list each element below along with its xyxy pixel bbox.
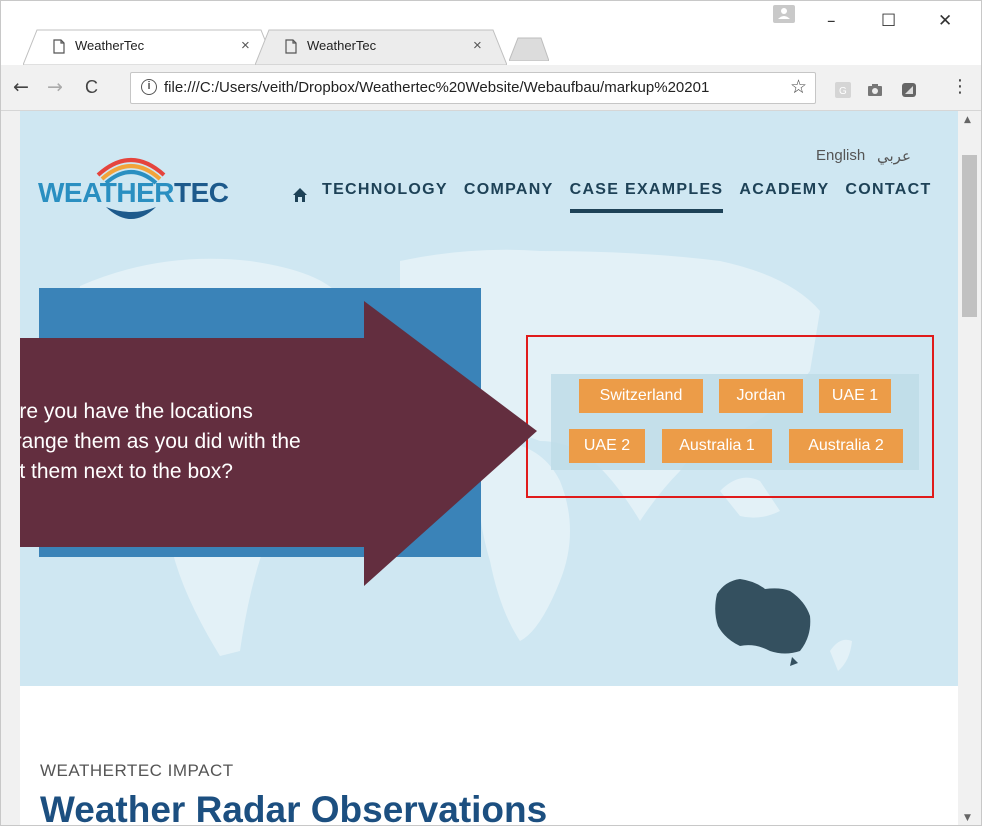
annotation-line: but them next to the box? [20, 460, 233, 483]
page-scrollbar[interactable]: ▲ ▼ [958, 111, 981, 825]
g-extension-icon[interactable]: G [835, 82, 851, 98]
bookmark-star-icon[interactable]: ☆ [790, 76, 807, 98]
annotation-line: arrange them as you did with the [20, 430, 301, 453]
forward-button[interactable]: → [47, 76, 63, 98]
nav-contact[interactable]: CONTACT [845, 181, 931, 213]
address-bar[interactable]: i file:///C:/Users/veith/Dropbox/Weather… [130, 72, 816, 104]
hero-section: WEATHERTEC English عربي TECHNOLOGY COMPA… [20, 111, 958, 686]
annotation-text: here you have the locations arrange them… [20, 397, 301, 487]
page-icon [53, 39, 65, 54]
tab-weathertec-inactive[interactable]: WeatherTec × [255, 29, 507, 65]
australia-highlight [715, 579, 811, 654]
annotation-line: here you have the locations [20, 400, 253, 423]
browser-window: WeatherTec × WeatherTec × – ☐ ✕ ← → C i … [0, 0, 982, 826]
minimize-button[interactable]: – [827, 11, 836, 31]
close-window-button[interactable]: ✕ [938, 11, 952, 31]
scroll-thumb[interactable] [962, 155, 977, 317]
web-page: WEATHERTEC English عربي TECHNOLOGY COMPA… [20, 111, 958, 826]
tab-weathertec-active[interactable]: WeatherTec × [23, 29, 275, 65]
tab-close-icon[interactable]: × [473, 37, 482, 54]
new-tab-button[interactable] [509, 37, 549, 61]
url-text[interactable]: file:///C:/Users/veith/Dropbox/Weatherte… [164, 79, 784, 96]
section-label: WEATHERTEC IMPACT [40, 761, 234, 780]
reload-button[interactable]: C [85, 76, 98, 98]
site-info-icon[interactable]: i [141, 79, 157, 95]
nav-academy[interactable]: ACADEMY [739, 181, 829, 213]
tab-title: WeatherTec [307, 38, 377, 53]
page-icon [285, 39, 297, 54]
shape-extension-icon[interactable] [901, 82, 917, 98]
annotation-arrow [20, 301, 537, 586]
profile-icon[interactable] [773, 5, 795, 23]
section-title: Weather Radar Observations [40, 789, 548, 826]
back-button[interactable]: ← [13, 76, 29, 98]
nav-case-examples[interactable]: CASE EXAMPLES [569, 181, 724, 213]
browser-toolbar: ← → C i file:///C:/Users/veith/Dropbox/W… [1, 65, 981, 111]
maximize-button[interactable]: ☐ [881, 11, 896, 31]
tab-close-icon[interactable]: × [241, 37, 250, 54]
language-english-link[interactable]: English [816, 147, 865, 164]
scroll-up-icon[interactable]: ▲ [964, 115, 971, 125]
language-arabic-link[interactable]: عربي [877, 147, 911, 165]
camera-extension-icon[interactable] [867, 82, 883, 98]
tab-title: WeatherTec [75, 38, 145, 53]
annotation-highlight-frame [526, 335, 934, 498]
tab-strip: WeatherTec × WeatherTec × – ☐ ✕ [1, 1, 981, 65]
svg-text:G: G [839, 86, 847, 97]
menu-icon[interactable]: ⋮ [951, 76, 969, 98]
scroll-down-icon[interactable]: ▼ [964, 813, 971, 823]
